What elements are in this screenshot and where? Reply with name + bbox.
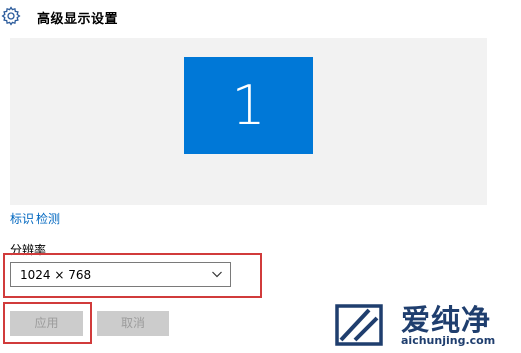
watermark-logo [335,304,383,346]
detect-link[interactable]: 检测 [36,210,60,227]
resolution-dropdown[interactable]: 1024 × 768 [10,262,231,287]
advanced-display-settings-window: 高级显示设置 1 标识 检测 分辨率 1024 × 768 应用 取消 爱纯净 … [0,0,521,353]
watermark: 爱纯净 aichunjing.com [333,297,521,353]
resolution-selected-value: 1024 × 768 [20,268,92,282]
monitor-tile-1[interactable]: 1 [184,57,313,154]
page-title: 高级显示设置 [37,12,119,27]
display-arrangement-canvas: 1 [10,38,487,205]
cancel-button[interactable]: 取消 [97,311,169,336]
gear-icon [1,6,21,26]
resolution-label: 分辨率 [10,243,47,257]
watermark-text: 爱纯净 [401,303,492,337]
chevron-down-icon [212,271,222,278]
apply-button[interactable]: 应用 [10,311,83,336]
identify-link[interactable]: 标识 [10,210,34,227]
watermark-url: aichunjing.com [401,334,496,347]
